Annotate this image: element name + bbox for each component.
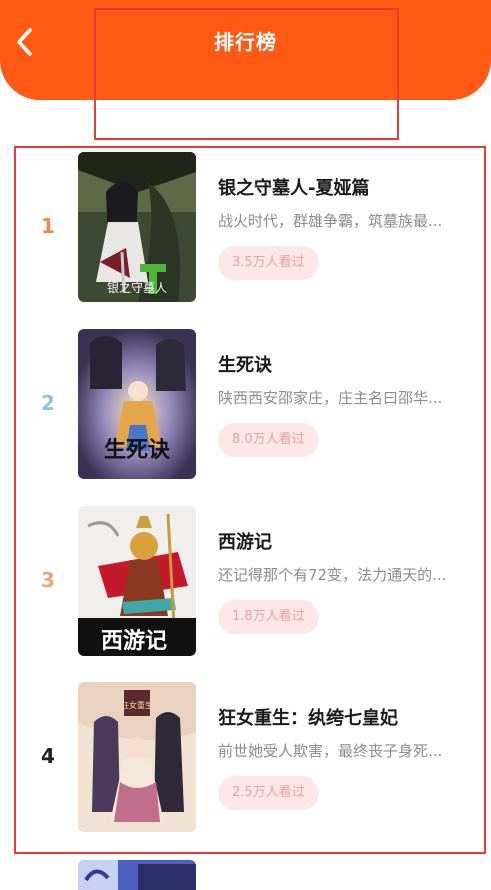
comic-title[interactable]: 狂女重生：纨绔七皇妃 (218, 704, 398, 730)
svg-text:西游记: 西游记 (101, 628, 167, 654)
cover-art-image (78, 860, 196, 890)
cover-art-image: 银之守墓人 (78, 152, 196, 302)
comic-title[interactable]: 银之守墓人-夏娅篇 (218, 174, 369, 200)
cover-art-image: 生死诀 (78, 329, 196, 479)
svg-text:银之守墓人: 银之守墓人 (107, 281, 167, 295)
ranking-item[interactable]: 4 狂女重生 狂女重生：纨绔七皇妃 前世她受人欺害，最终丧子身死... 2.5万… (16, 682, 484, 832)
comic-description: 前世她受人欺害，最终丧子身死... (218, 742, 443, 760)
comic-title[interactable]: 生死诀 (218, 351, 272, 377)
ranking-item[interactable]: 1 银之守墓人 银之守墓人-夏娅篇 战火时代，群雄争霸，筑墓族最... 3.5万… (16, 152, 484, 302)
comic-cover[interactable]: 西游记 (78, 506, 196, 656)
view-count-badge: 8.0万人看过 (218, 423, 319, 457)
rank-number: 2 (41, 391, 55, 415)
svg-text:狂女重生: 狂女重生 (121, 700, 153, 710)
next-comic-cover-partial[interactable] (78, 860, 196, 890)
comic-description: 陕西西安邵家庄，庄主名曰邵华... (218, 389, 443, 407)
cover-art-image: 西游记 (78, 506, 196, 656)
top-bar: 排行榜 (0, 0, 491, 100)
svg-text:生死诀: 生死诀 (104, 437, 170, 463)
comic-description: 战火时代，群雄争霸，筑墓族最... (218, 212, 443, 230)
page-title: 排行榜 (214, 30, 277, 54)
rank-number: 3 (41, 568, 55, 592)
comic-cover[interactable]: 狂女重生 (78, 682, 196, 832)
view-count-badge: 2.5万人看过 (218, 776, 319, 810)
cover-art-image: 狂女重生 (78, 682, 196, 832)
view-count-badge: 1.8万人看过 (218, 600, 319, 634)
ranking-item[interactable]: 3 西游记 西游记 还记得那个有72变，法力通天的... 1.8万人看过 (16, 506, 484, 656)
rank-number: 4 (41, 744, 55, 768)
comic-title[interactable]: 西游记 (218, 528, 272, 554)
ranking-item[interactable]: 2 生死诀 生死诀 陕西西安邵家庄，庄主名曰邵华... 8.0万人看过 (16, 329, 484, 479)
rank-number: 1 (41, 214, 55, 238)
comic-cover[interactable]: 银之守墓人 (78, 152, 196, 302)
comic-cover[interactable]: 生死诀 (78, 329, 196, 479)
view-count-badge: 3.5万人看过 (218, 246, 319, 280)
comic-description: 还记得那个有72变，法力通天的... (218, 566, 447, 584)
